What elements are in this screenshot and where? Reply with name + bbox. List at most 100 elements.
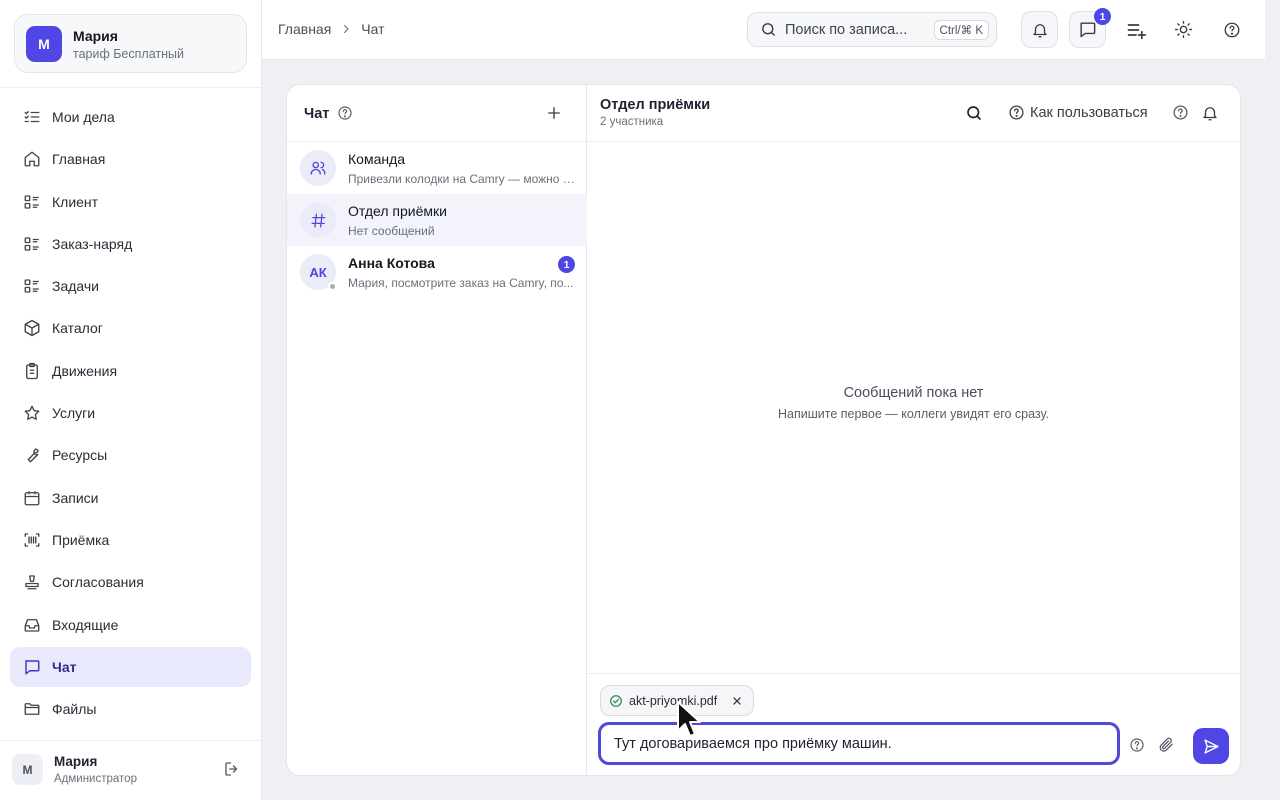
sidebar-item-services[interactable]: Услуги [10,393,251,433]
chat-area: Отдел приёмки 2 участника Как пользовать… [587,85,1240,775]
send-icon [1203,738,1220,755]
sidebar-item-label: Главная [52,151,106,168]
sidebar-item-label: Записи [52,489,99,506]
list-icon [22,192,42,212]
empty-state-title: Сообщений пока нет [843,385,984,401]
sidebar-item-label: Услуги [52,405,96,422]
conversation-item-team[interactable]: Команда Привезли колодки на Camry — можн… [287,142,587,194]
add-list-button[interactable] [1117,11,1154,48]
sidebar-item-label: Приёмка [52,531,110,548]
breadcrumb-home[interactable]: Главная [278,21,331,37]
close-icon[interactable] [731,695,743,707]
attachment-chip[interactable]: akt-priyomki.pdf [600,685,755,716]
list-icon [22,234,42,254]
sidebar-item-label: Заказ-наряд [52,235,133,252]
help-icon[interactable] [1129,737,1145,753]
help-icon[interactable] [337,105,353,121]
users-icon [300,150,336,186]
conversation-list-header: Чат [287,85,586,142]
chat-participants[interactable]: 2 участника [600,116,663,128]
sidebar-item-label: Движения [52,362,118,379]
bell-icon[interactable] [1201,104,1219,122]
offline-status-dot [328,282,337,291]
search-input[interactable]: Поиск по записа... Ctrl/⌘ K [747,12,997,47]
calendar-icon [22,488,42,508]
conversation-preview: Мария, посмотрите заказ на Camry, по... [348,276,574,290]
conversation-name: Анна Котова [348,255,435,271]
help-icon [1008,104,1025,121]
help-button[interactable] [1213,11,1250,48]
notifications-button[interactable] [1021,11,1058,48]
star-icon [22,403,42,423]
sidebar-item-intake[interactable]: Приёмка [10,520,251,560]
sidebar-item-chat[interactable]: Чат [10,646,251,687]
divider [587,673,1240,674]
list-icon [22,276,42,296]
sidebar-item-client[interactable]: Клиент [10,182,251,222]
search-placeholder: Поиск по записа... [785,21,908,38]
sidebar-item-work-order[interactable]: Заказ-наряд [10,224,251,264]
conversation-preview: Привезли колодки на Camry — можно с... [348,172,576,186]
avatar-initials: АК [309,264,327,280]
sidebar-item-catalog[interactable]: Каталог [10,308,251,348]
sidebar-item-movements[interactable]: Движения [10,351,251,391]
how-to-use-label: Как пользоваться [1030,104,1148,121]
breadcrumb: Главная Чат [278,21,385,37]
profile-card[interactable]: М Мария тариф Бесплатный [14,14,247,73]
conversation-name: Команда [348,151,406,167]
conversation-list: Чат Команда Привезли колодки на Camry — … [287,85,587,775]
sidebar-item-label: Ресурсы [52,447,108,464]
avatar: М [26,26,62,62]
help-icon[interactable] [1172,104,1189,121]
scan-icon [22,530,42,550]
sidebar-item-label: Задачи [52,278,100,295]
send-button[interactable] [1193,728,1229,764]
bell-icon [1031,21,1049,39]
sidebar-item-records[interactable]: Записи [10,478,251,518]
logout-icon[interactable] [223,760,243,780]
plus-icon[interactable] [545,104,563,122]
sidebar-item-resources[interactable]: Ресурсы [10,435,251,475]
sidebar-item-tasks[interactable]: Задачи [10,266,251,306]
box-icon [22,318,42,338]
theme-toggle[interactable] [1165,11,1202,48]
sidebar-item-my-tasks[interactable]: Мои дела [10,97,251,137]
folder-icon [22,699,42,719]
how-to-use-button[interactable]: Как пользоваться [1008,104,1148,121]
divider [0,740,261,741]
chat-button[interactable]: 1 [1069,8,1111,48]
sidebar-item-label: Каталог [52,320,103,337]
sidebar-item-home[interactable]: Главная [10,139,251,179]
sidebar-item-files[interactable]: Файлы [10,689,251,729]
message-input[interactable] [598,722,1120,765]
chat-badge: 1 [1094,8,1111,25]
chat-header: Отдел приёмки 2 участника Как пользовать… [587,85,1240,142]
sidebar-nav: Мои дела Главная Клиент Заказ-наряд Зада… [10,97,251,731]
unread-badge: 1 [558,256,575,273]
home-icon [22,149,42,169]
divider [0,87,261,88]
search-icon[interactable] [965,104,984,123]
attachment-filename: akt-priyomki.pdf [629,693,718,708]
sidebar-item-inbox[interactable]: Входящие [10,605,251,645]
user-name: Мария [54,754,98,769]
sidebar-item-label: Входящие [52,616,119,633]
chat-title: Отдел приёмки [600,97,711,113]
sidebar-item-approvals[interactable]: Согласования [10,562,251,602]
conversation-item-intake-dept[interactable]: Отдел приёмки Нет сообщений [287,194,587,246]
stamp-icon [22,572,42,592]
search-icon [760,21,777,38]
paperclip-icon[interactable] [1158,736,1175,753]
conversation-preview: Нет сообщений [348,224,435,238]
sidebar-item-label: Чат [52,658,77,675]
conversation-item-anna-kotova[interactable]: АК Анна Котова Мария, посмотрите заказ н… [287,246,587,298]
sidebar-item-label: Согласования [52,574,144,591]
shortcut-hint: Ctrl/⌘ K [933,19,989,40]
chat-icon [1078,20,1097,39]
check-circle-icon [609,694,623,708]
topbar: Главная Чат Поиск по записа... Ctrl/⌘ K … [262,0,1265,60]
empty-state-subtitle: Напишите первое — коллеги увидят его сра… [778,407,1049,421]
conversation-list-title: Чат [304,106,330,122]
inbox-icon [22,615,42,635]
chevron-right-icon [340,23,352,35]
